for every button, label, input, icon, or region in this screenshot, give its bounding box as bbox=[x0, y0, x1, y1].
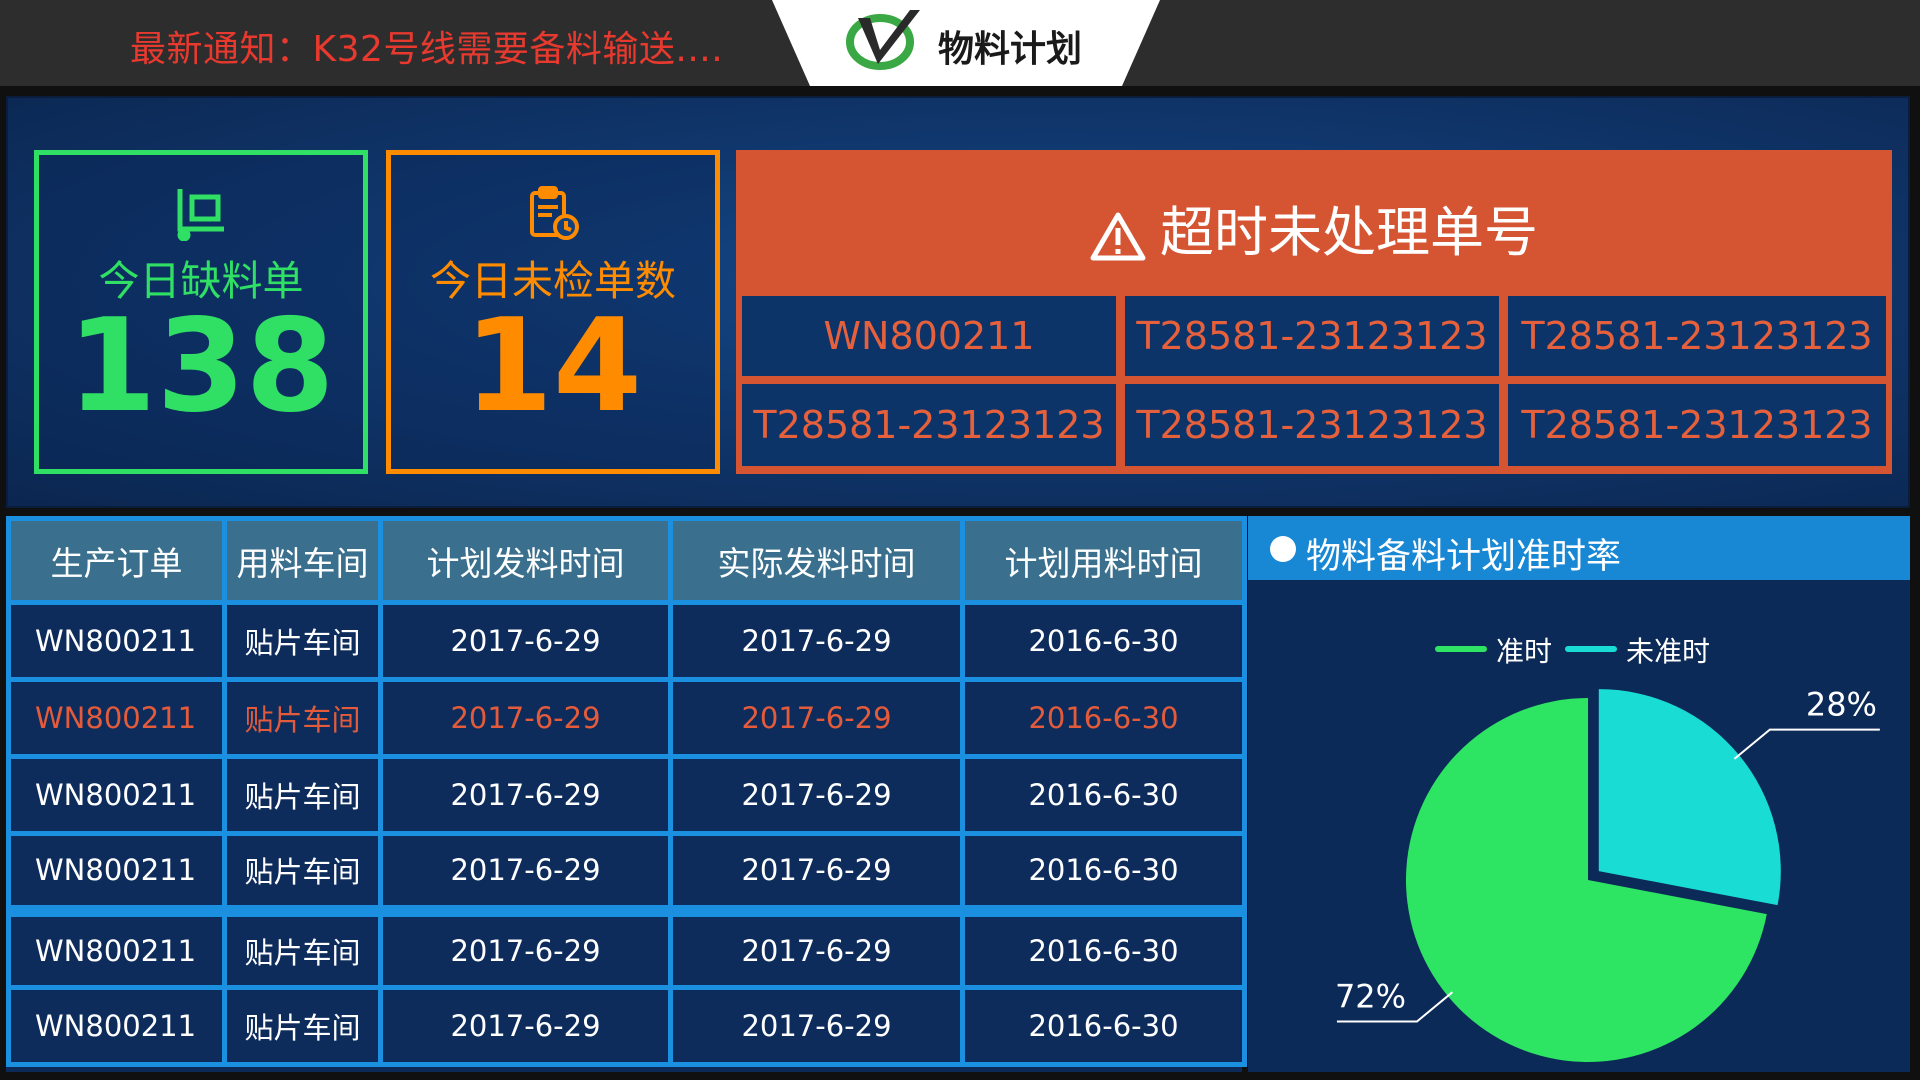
overdue-order-grid: WN800211 T28581-23123123 T28581-23123123… bbox=[742, 296, 1886, 466]
table-cell: 2017-6-29 bbox=[668, 677, 965, 759]
column-header[interactable]: 用料车间 bbox=[222, 516, 383, 605]
chart-header: 物料备料计划准时率 bbox=[1248, 516, 1910, 580]
kpi-uninspected-card[interactable]: 今日未检单数 14 bbox=[386, 150, 720, 474]
brand-title: 物料计划 bbox=[938, 29, 1083, 70]
table-header-row: 生产订单 用料车间 计划发料时间 实际发料时间 计划用料时间 bbox=[6, 516, 1247, 605]
table-cell: WN800211 bbox=[6, 831, 227, 913]
kpi-shortage-card[interactable]: 今日缺料单 138 bbox=[34, 150, 368, 474]
column-header[interactable]: 计划发料时间 bbox=[378, 516, 673, 605]
overdue-order-item[interactable]: T28581-23123123 bbox=[1125, 384, 1499, 466]
column-header[interactable]: 生产订单 bbox=[6, 516, 227, 605]
overdue-order-item[interactable]: T28581-23123123 bbox=[742, 384, 1116, 466]
table-cell: 贴片车间 bbox=[222, 754, 383, 836]
summary-panel: 今日缺料单 138 今日未检单数 14 超时未处理单号 WN800211 T28… bbox=[6, 96, 1910, 508]
pie-data-label: 72% bbox=[1335, 978, 1406, 1016]
table-row[interactable]: WN800211 贴片车间 2017-6-29 2017-6-29 2016-6-30 bbox=[6, 600, 1247, 682]
ontime-pie-chart: 准时 未准时 28% 72% bbox=[1335, 635, 1880, 1062]
table-cell: 2017-6-29 bbox=[378, 677, 673, 759]
column-header[interactable]: 实际发料时间 bbox=[668, 516, 965, 605]
table-cell: 贴片车间 bbox=[222, 831, 383, 913]
legend-label[interactable]: 未准时 bbox=[1626, 635, 1710, 668]
table-cell: 2016-6-30 bbox=[960, 985, 1247, 1067]
kpi-shortage-value: 138 bbox=[67, 292, 335, 441]
table-cell: 贴片车间 bbox=[222, 677, 383, 759]
table-cell: 2017-6-29 bbox=[378, 754, 673, 836]
table-cell: 2017-6-29 bbox=[378, 600, 673, 682]
table-cell: 2016-6-30 bbox=[960, 677, 1247, 759]
pie-slices bbox=[1406, 689, 1781, 1062]
orders-table-panel: 生产订单 用料车间 计划发料时间 实际发料时间 计划用料时间 WN800211 贴… bbox=[6, 516, 1247, 1072]
table-cell: 2016-6-30 bbox=[960, 904, 1247, 990]
table-cell: WN800211 bbox=[6, 600, 227, 682]
table-cell: WN800211 bbox=[6, 985, 227, 1067]
bullet-icon bbox=[1270, 536, 1296, 562]
chart-title: 物料备料计划准时率 bbox=[1306, 537, 1622, 577]
orders-table: 生产订单 用料车间 计划发料时间 实际发料时间 计划用料时间 WN800211 贴… bbox=[6, 516, 1247, 1067]
table-row[interactable]: WN800211 贴片车间 2017-6-29 2017-6-29 2016-6-30 bbox=[6, 904, 1247, 990]
brand-tab: 物料计划 bbox=[772, 0, 1160, 86]
overdue-order-item[interactable]: WN800211 bbox=[742, 296, 1116, 376]
table-cell: 2017-6-29 bbox=[378, 985, 673, 1067]
notice-ticker[interactable]: 最新通知：K32号线需要备料输送.... bbox=[130, 20, 723, 72]
table-row[interactable]: WN800211 贴片车间 2017-6-29 2017-6-29 2016-6-30 bbox=[6, 754, 1247, 836]
dashboard-frame: 今日缺料单 138 今日未检单数 14 超时未处理单号 WN800211 T28… bbox=[0, 86, 1920, 1080]
table-cell: 贴片车间 bbox=[222, 985, 383, 1067]
table-cell: 2017-6-29 bbox=[378, 831, 673, 913]
kpi-uninspected-value: 14 bbox=[463, 292, 643, 441]
warning-icon bbox=[1090, 212, 1146, 261]
clipboard-clock-icon bbox=[530, 186, 579, 240]
leader-line bbox=[1733, 728, 1880, 760]
chart-legend: 准时 未准时 bbox=[1435, 635, 1710, 668]
table-cell: 2017-6-29 bbox=[668, 985, 965, 1067]
table-cell: WN800211 bbox=[6, 677, 227, 759]
table-cell: 2017-6-29 bbox=[668, 831, 965, 913]
legend-label[interactable]: 准时 bbox=[1496, 635, 1552, 668]
table-cell: 2016-6-30 bbox=[960, 754, 1247, 836]
ontime-rate-panel: 物料备料计划准时率 准时 未准时 28% 72% bbox=[1248, 516, 1910, 1072]
table-cell: 2016-6-30 bbox=[960, 600, 1247, 682]
table-row[interactable]: WN800211 贴片车间 2017-6-29 2017-6-29 2016-6-30 bbox=[6, 985, 1247, 1067]
table-cell: 2017-6-29 bbox=[378, 904, 673, 990]
table-cell: 2017-6-29 bbox=[668, 904, 965, 990]
overdue-title-row: 超时未处理单号 bbox=[736, 188, 1892, 267]
table-cell: 贴片车间 bbox=[222, 600, 383, 682]
table-cell: WN800211 bbox=[6, 904, 227, 990]
overdue-title: 超时未处理单号 bbox=[1160, 201, 1538, 264]
overdue-orders-panel: 超时未处理单号 WN800211 T28581-23123123 T28581-… bbox=[736, 150, 1892, 474]
overdue-order-item[interactable]: T28581-23123123 bbox=[1508, 384, 1886, 466]
pie-slice-late[interactable] bbox=[1598, 689, 1781, 906]
brand-logo-icon bbox=[846, 10, 920, 70]
table-cell: WN800211 bbox=[6, 754, 227, 836]
table-row[interactable]: WN800211 贴片车间 2017-6-29 2017-6-29 2016-6-30 bbox=[6, 831, 1247, 913]
table-row[interactable]: WN800211 贴片车间 2017-6-29 2017-6-29 2016-6-30 bbox=[6, 677, 1247, 759]
table-cell: 贴片车间 bbox=[222, 904, 383, 990]
overdue-header: 超时未处理单号 bbox=[736, 150, 1892, 286]
table-cell: 2017-6-29 bbox=[668, 600, 965, 682]
table-cell: 2016-6-30 bbox=[960, 831, 1247, 913]
top-bar: 最新通知：K32号线需要备料输送.... 物料计划 bbox=[0, 0, 1920, 86]
table-cell: 2017-6-29 bbox=[668, 754, 965, 836]
overdue-order-item[interactable]: T28581-23123123 bbox=[1125, 296, 1499, 376]
pie-data-label: 28% bbox=[1806, 686, 1877, 724]
overdue-order-item[interactable]: T28581-23123123 bbox=[1508, 296, 1886, 376]
cart-icon bbox=[177, 189, 224, 241]
column-header[interactable]: 计划用料时间 bbox=[960, 516, 1247, 605]
